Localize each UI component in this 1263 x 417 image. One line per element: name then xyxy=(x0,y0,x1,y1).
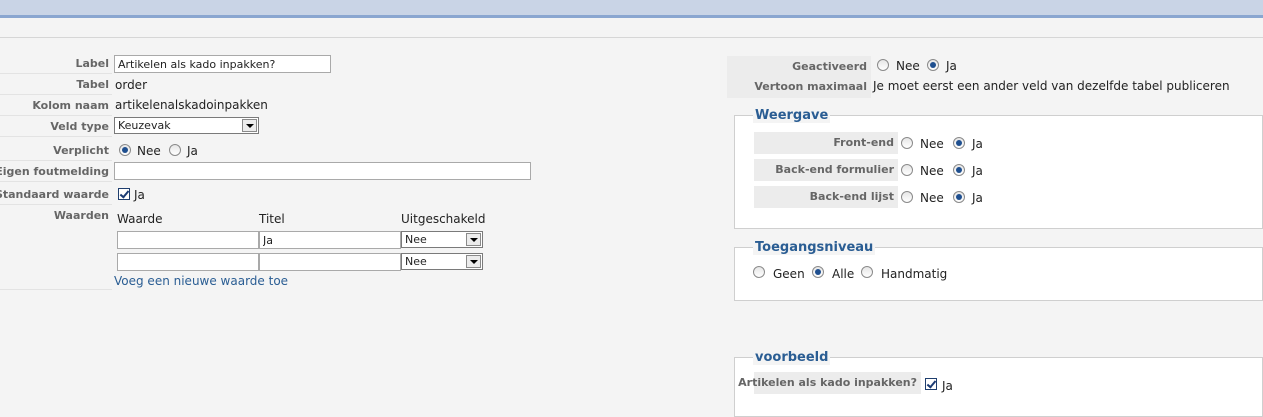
frontend-label-cell: Front-end xyxy=(754,132,898,154)
tabel-value: order xyxy=(115,78,147,92)
waarden-row: Waarden xyxy=(0,205,112,290)
verplicht-nee-label: Nee xyxy=(137,144,161,158)
backend-list-nee-label: Nee xyxy=(920,191,944,205)
frontend-label: Front-end xyxy=(833,136,894,149)
backend-form-label-cell: Back-end formulier xyxy=(754,159,898,181)
veldtype-select[interactable]: Keuzevak xyxy=(114,117,259,134)
geactiveerd-nee-label: Nee xyxy=(896,59,920,73)
toegang-geen-label: Geen xyxy=(773,267,805,281)
vertoon-label: Vertoon maximaal xyxy=(754,80,867,93)
waarde-input[interactable] xyxy=(117,253,259,271)
tabel-row: Tabel xyxy=(0,74,112,95)
geactiveerd-ja-label: Ja xyxy=(946,59,957,73)
verplicht-label: Verplicht xyxy=(53,144,109,157)
foutmelding-label: Eigen foutmelding xyxy=(0,165,109,178)
voorbeeld-check-label: Ja xyxy=(942,379,953,393)
toegang-alle-radio[interactable] xyxy=(812,266,824,278)
backend-form-ja-label: Ja xyxy=(972,164,983,178)
chevron-down-icon xyxy=(466,255,481,268)
vertoon-label-cell: Vertoon maximaal xyxy=(727,76,871,98)
backend-form-label: Back-end formulier xyxy=(775,163,894,176)
weergave-legend: Weergave xyxy=(753,108,831,123)
voorbeeld-checkbox[interactable] xyxy=(925,378,937,390)
toegang-legend: Toegangsniveau xyxy=(753,240,876,255)
veldtype-row: Veld type xyxy=(0,116,112,137)
backend-list-label: Back-end lijst xyxy=(809,190,894,203)
verplicht-nee-radio[interactable] xyxy=(119,144,131,156)
uitgeschakeld-select-value: Nee xyxy=(405,233,427,246)
backend-list-ja-label: Ja xyxy=(972,191,983,205)
waarden-header-waarde: Waarde xyxy=(117,212,163,226)
waarden-header-titel: Titel xyxy=(259,212,285,226)
toegang-handmatig-radio[interactable] xyxy=(861,266,873,278)
add-value-link[interactable]: Voeg een nieuwe waarde toe xyxy=(114,274,288,288)
waarden-header-uitgeschakeld: Uitgeschakeld xyxy=(401,212,486,226)
kolom-row: Kolom naam xyxy=(0,95,112,116)
backend-list-label-cell: Back-end lijst xyxy=(754,186,898,208)
backend-list-ja-radio[interactable] xyxy=(953,191,965,203)
toegang-geen-radio[interactable] xyxy=(753,266,765,278)
standaard-check-label: Ja xyxy=(134,188,145,202)
kolom-value: artikelenalskadoinpakken xyxy=(115,98,268,112)
titel-input[interactable] xyxy=(259,231,401,249)
vertoon-value: Je moet eerst een ander veld van dezelfd… xyxy=(873,79,1230,93)
geactiveerd-ja-radio[interactable] xyxy=(927,59,939,71)
voorbeeld-legend: voorbeeld xyxy=(753,350,831,365)
label-label: Label xyxy=(75,57,109,70)
toegang-alle-label: Alle xyxy=(832,267,855,281)
frontend-nee-label: Nee xyxy=(920,137,944,151)
backend-form-nee-radio[interactable] xyxy=(901,164,913,176)
titel-input[interactable] xyxy=(259,253,401,271)
backend-form-nee-label: Nee xyxy=(920,164,944,178)
veldtype-select-value: Keuzevak xyxy=(118,119,171,132)
voorbeeld-label: Artikelen als kado inpakken? xyxy=(738,376,917,389)
backend-list-nee-radio[interactable] xyxy=(901,191,913,203)
top-bar-border xyxy=(0,15,1263,18)
chevron-down-icon xyxy=(466,233,481,246)
frontend-ja-label: Ja xyxy=(972,137,983,151)
voorbeeld-label-cell: Artikelen als kado inpakken? xyxy=(738,372,921,394)
uitgeschakeld-select[interactable]: Nee xyxy=(401,253,483,270)
label-row: Label xyxy=(0,53,112,74)
standaard-label: Standaard waarde xyxy=(0,188,109,201)
verplicht-ja-label: Ja xyxy=(187,144,198,158)
standaard-row: Standaard waarde xyxy=(0,184,112,205)
divider xyxy=(0,37,1263,38)
foutmelding-row: Eigen foutmelding xyxy=(0,161,112,182)
kolom-label: Kolom naam xyxy=(32,99,109,112)
veldtype-label: Veld type xyxy=(50,120,109,133)
foutmelding-input[interactable] xyxy=(114,162,531,180)
frontend-ja-radio[interactable] xyxy=(953,137,965,149)
standaard-checkbox[interactable] xyxy=(118,188,130,200)
tabel-label: Tabel xyxy=(76,78,109,91)
verplicht-row: Verplicht xyxy=(0,140,112,161)
top-bar xyxy=(0,0,1263,16)
geactiveerd-nee-radio[interactable] xyxy=(877,59,889,71)
uitgeschakeld-select-value: Nee xyxy=(405,255,427,268)
uitgeschakeld-select[interactable]: Nee xyxy=(401,231,483,248)
frontend-nee-radio[interactable] xyxy=(901,137,913,149)
toegang-handmatig-label: Handmatig xyxy=(881,267,948,281)
geactiveerd-label: Geactiveerd xyxy=(792,60,867,73)
chevron-down-icon xyxy=(242,119,257,132)
label-input[interactable] xyxy=(114,55,331,73)
waarde-input[interactable] xyxy=(117,231,259,249)
verplicht-ja-radio[interactable] xyxy=(169,144,181,156)
backend-form-ja-radio[interactable] xyxy=(953,164,965,176)
waarden-label: Waarden xyxy=(53,209,109,222)
geactiveerd-label-cell: Geactiveerd xyxy=(727,56,871,78)
